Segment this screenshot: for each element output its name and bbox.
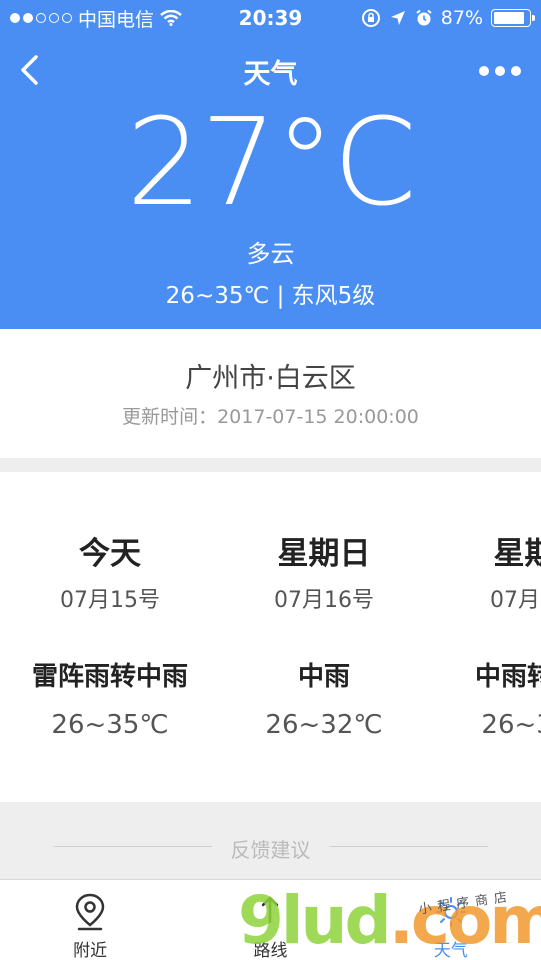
status-bar: 中国电信 20:39 87% (0, 0, 541, 36)
alarm-icon (416, 9, 432, 26)
current-condition: 多云 (246, 240, 295, 268)
tab-route[interactable]: 路线 (180, 880, 360, 960)
wifi-icon (160, 10, 182, 26)
feedback-link[interactable]: 反馈建议 (0, 834, 541, 863)
page-title: 天气 (243, 59, 298, 90)
forecast-range: 26~32℃ (265, 710, 383, 740)
forecast-date: 07月15号 (60, 588, 160, 613)
forecast-range: 26~33℃ (481, 710, 541, 740)
status-left: 中国电信 (10, 5, 210, 32)
tab-nearby[interactable]: 附近 (0, 880, 180, 960)
rotation-lock-icon (361, 9, 380, 27)
status-right: 87% (361, 7, 535, 29)
signal-strength-icon (10, 13, 72, 23)
battery-icon (491, 9, 535, 27)
carrier-name: 中国电信 (78, 8, 155, 31)
forecast-day-name: 星期日 (277, 536, 371, 572)
forecast-condition: 中雨转中雨 (474, 662, 541, 692)
forecast-date: 07月16号 (274, 588, 374, 613)
forecast-day-name: 星期一 (493, 536, 541, 572)
feedback-section: 反馈建议 (0, 802, 541, 879)
forecast-range: 26~35℃ (51, 710, 169, 740)
more-button[interactable] (479, 58, 521, 84)
tab-bar: 附近 路线 天气 (0, 879, 541, 960)
current-temperature: 27°C (126, 94, 416, 233)
battery-percent: 87% (440, 7, 483, 29)
forecast-day-name: 今天 (79, 536, 141, 572)
forecast-date: 07月17号 (490, 588, 541, 613)
more-dot-icon (479, 66, 489, 76)
location-name: 广州市·白云区 (185, 363, 356, 394)
section-divider (0, 458, 541, 472)
more-dot-icon (495, 66, 505, 76)
tab-route-label: 路线 (253, 941, 288, 960)
weather-header: 中国电信 20:39 87% 天气 27°C 多云 26~35℃ | 东风5级 (0, 0, 541, 329)
update-time: 更新时间：2017-07-15 20:00:00 (122, 406, 419, 428)
sun-icon (434, 892, 468, 932)
tab-weather[interactable]: 天气 (361, 880, 541, 960)
forecast-condition: 雷阵雨转中雨 (31, 662, 188, 692)
map-pin-icon (73, 892, 107, 932)
tab-weather-label: 天气 (433, 941, 468, 960)
forecast-condition: 中雨 (297, 662, 350, 692)
route-icon (253, 892, 287, 932)
temperature-range-wind: 26~35℃ | 东风5级 (165, 283, 376, 309)
tab-nearby-label: 附近 (73, 941, 108, 960)
battery-fill (494, 12, 524, 24)
more-dot-icon (511, 66, 521, 76)
location-arrow-icon (390, 11, 405, 25)
forecast-scroll[interactable]: 今天 07月15号 雷阵雨转中雨 26~35℃ 星期日 07月16号 中雨 26… (0, 472, 541, 802)
feedback-divider-right (330, 846, 488, 847)
